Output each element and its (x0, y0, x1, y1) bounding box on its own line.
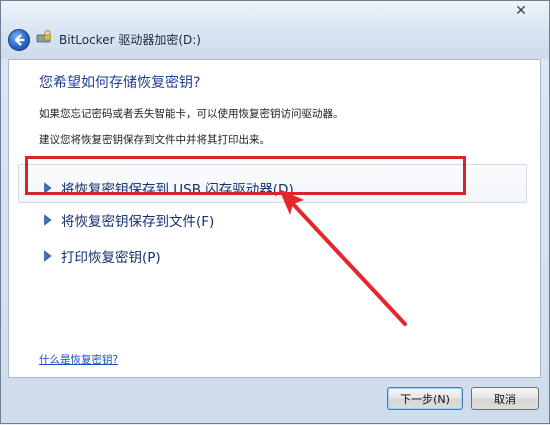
bitlocker-window: ✕ BitLocker 驱动器加密(D:) 您希望如何存储恢复密钥? 如果您忘记… (0, 0, 550, 424)
back-button[interactable] (8, 29, 30, 51)
option-print[interactable]: 打印恢复密钥(P) (43, 244, 523, 268)
window-title: BitLocker 驱动器加密(D:) (59, 33, 201, 47)
option-label: 打印恢复密钥(P) (61, 250, 161, 266)
content-pane: 您希望如何存储恢复密钥? 如果您忘记密码或者丢失智能卡，可以使用恢复密钥访问驱动… (8, 59, 541, 378)
option-label: 将恢复密钥保存到文件(F) (61, 214, 215, 230)
arrow-right-icon (44, 250, 52, 262)
cancel-button[interactable]: 取消 (471, 387, 539, 410)
annotation-highlight-box (25, 156, 466, 195)
help-link-recovery-key[interactable]: 什么是恢复密钥? (39, 352, 118, 367)
recommendation-text: 建议您将恢复密钥保存到文件中并将其打印出来。 (39, 134, 270, 146)
close-icon[interactable]: ✕ (507, 2, 535, 20)
option-save-file[interactable]: 将恢复密钥保存到文件(F) (43, 208, 523, 232)
page-heading: 您希望如何存储恢复密钥? (39, 75, 201, 91)
next-button[interactable]: 下一步(N) (387, 387, 463, 410)
description-text: 如果您忘记密码或者丢失智能卡，可以使用恢复密钥访问驱动器。 (39, 108, 344, 120)
arrow-right-icon (44, 214, 52, 226)
title-bar: ✕ BitLocker 驱动器加密(D:) (1, 1, 549, 59)
back-arrow-icon (14, 34, 25, 46)
bitlocker-drive-icon (36, 29, 51, 43)
